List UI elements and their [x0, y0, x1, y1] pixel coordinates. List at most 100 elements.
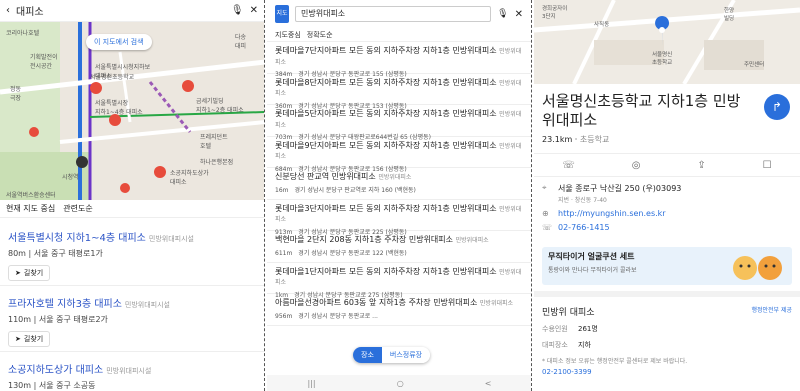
- result-title[interactable]: 소공지하도상가 대피소: [8, 365, 103, 376]
- list-item[interactable]: 서울특별시청 지하1~4층 대피소 민방위대피시설 80m | 서울 중구 태평로…: [0, 220, 264, 286]
- capacity-label: 수용인원: [542, 325, 568, 333]
- street-view-icon[interactable]: ◎: [632, 160, 641, 171]
- map-label: 시청역: [62, 174, 79, 181]
- globe-icon: ⊕: [542, 209, 549, 218]
- phone-icon: ☏: [542, 223, 553, 232]
- map-label: 다송 대피: [235, 34, 247, 50]
- result-title: 백현마을 2단지 208동 지하1층 주차장 민방위대피소: [275, 235, 454, 244]
- result-address: 서울 중구 소공동: [38, 381, 96, 390]
- sort-dropdown[interactable]: 관련도순: [63, 203, 92, 214]
- shelter-info: 민방위 대피소 행정안전부 제공 수용인원 261명 대피장소 지하 * 대피소 정보…: [534, 291, 800, 384]
- location-pin-icon: ⌖: [542, 183, 547, 192]
- list-item[interactable]: 롯데마을7단지아파트 모든 동의 지하주차장 지하1층 민방위대피소 민방위대피…: [267, 42, 531, 78]
- screenshot-kakao-search: ‹ 대피소 🎙 ✕ 이 지도에서 검색 코리아나호텔 기획발전이 전시공간 서울…: [0, 0, 265, 391]
- result-address: 서울 중구 태평로2가: [38, 315, 108, 324]
- result-category: 민방위대피소: [378, 174, 412, 181]
- result-category: 민방위대피소: [479, 300, 514, 307]
- filter-bar: 지도중심 정확도순: [267, 28, 531, 42]
- result-distance: 130m: [8, 381, 32, 390]
- map-label: 정동 극장: [10, 86, 22, 102]
- search-input[interactable]: 민방위대피소: [295, 6, 492, 22]
- result-list: 서울특별시청 지하1~4층 대피소 민방위대피시설 80m | 서울 중구 태평로…: [0, 220, 264, 391]
- map-label: 주민센터: [744, 62, 765, 68]
- result-title: 롯데마을5단지아파트 모든 동의 지하주차장 지하1층 민방위대피소: [275, 109, 497, 118]
- bookmark-icon[interactable]: ☐: [763, 160, 772, 171]
- list-item[interactable]: 프라자호텔 지하3층 대피소 민방위대피시설 110m | 서울 중구 태평로2가…: [0, 286, 264, 352]
- result-distance: 80m: [8, 249, 26, 258]
- phone-icon[interactable]: ☏: [562, 160, 575, 171]
- website-link[interactable]: http://myungshin.sen.es.kr: [558, 209, 666, 218]
- map-label: 한양 빌딩: [724, 8, 735, 22]
- map-label: 코리아나호텔: [6, 30, 40, 37]
- map-label: 서울특별시장 지하1~4층 대피소: [95, 100, 143, 116]
- place-info: ⌖ 서울 종로구 낙산길 250 (우)03093 지번 · 창신동 7-40 ⊕ h…: [534, 177, 800, 243]
- result-address: 경기 성남시 분당구 동판교로 ...: [298, 312, 378, 320]
- capacity-value: 261명: [578, 325, 598, 333]
- result-title[interactable]: 프라자호텔 지하3층 대피소: [8, 299, 122, 310]
- result-title: 아름마을선경아파트 603동 앞 지하1층 주차장 민방위대피소: [275, 298, 478, 307]
- result-title: 신분당선 판교역 민방위대피소: [275, 172, 376, 181]
- microphone-icon[interactable]: 🎙: [231, 5, 244, 16]
- screenshot-naver-search: 지도 민방위대피소 🎙 ✕ 지도중심 정확도순 롯데마을7단지아파트 모든 동의…: [267, 0, 532, 391]
- place-distance: 23.1km: [542, 135, 573, 144]
- result-type-tabs: 장소 버스정류장: [353, 347, 431, 363]
- location-value: 지하: [578, 341, 591, 349]
- search-input[interactable]: 대피소: [16, 3, 225, 18]
- list-item[interactable]: 롯데마을8단지아파트 모든 동의 지하주차장 지하1층 민방위대피소 민방위대피…: [267, 74, 531, 110]
- result-title[interactable]: 서울특별시청 지하1~4층 대피소: [8, 233, 146, 244]
- result-category: 민방위대피시설: [148, 235, 194, 243]
- search-bar: 지도 민방위대피소 🎙 ✕: [267, 0, 531, 28]
- sort-dropdown[interactable]: 정확도순: [307, 30, 333, 40]
- result-address: 경기 성남시 분당구 판교역로 지하 160 (백현동): [294, 186, 416, 194]
- ad-banner[interactable]: 무직타이거 얼굴쿠션 세트 통랑이와 만나다 무직타이거 콜라보: [542, 247, 792, 285]
- screenshot-place-detail: 경희궁자이 3단지 한양 빌딩 서울명신 초등학교 사직동 주민센터 서울명신초…: [534, 0, 800, 391]
- list-item[interactable]: 롯데마을5단지아파트 모든 동의 지하주차장 지하1층 민방위대피소 민방위대피…: [267, 105, 531, 141]
- phone-link[interactable]: 02-766-1415: [558, 223, 610, 232]
- list-item[interactable]: 소공지하도상가 대피소 민방위대피시설 130m | 서울 중구 소공동: [0, 352, 264, 391]
- close-icon[interactable]: ✕: [515, 9, 523, 20]
- map[interactable]: 이 지도에서 검색 코리아나호텔 기획발전이 전시공간 서울명신초등학교 서울특…: [0, 22, 264, 200]
- location-label: 대피장소: [542, 341, 568, 349]
- action-bar: ☏ ◎ ⇪ ☐: [534, 153, 800, 177]
- place-title: 서울명신초등학교 지하1층 민방위대피소: [542, 92, 741, 129]
- result-title: 롯데마을3단지아파트 모든 동의 지하주차장 지하1층 민방위대피소: [275, 203, 497, 213]
- map[interactable]: 경희궁자이 3단지 한양 빌딩 서울명신 초등학교 사직동 주민센터: [534, 0, 800, 84]
- back-arrow-icon[interactable]: ‹: [6, 5, 10, 16]
- back-icon[interactable]: <: [485, 379, 492, 388]
- search-this-area-button[interactable]: 이 지도에서 검색: [86, 34, 152, 50]
- directions-button[interactable]: ↱: [764, 94, 790, 120]
- place-header: 서울명신초등학교 지하1층 민방위대피소 23.1km · 초등학교 ↱: [534, 84, 800, 149]
- tab-bus-stops[interactable]: 버스정류장: [381, 347, 431, 363]
- map-label: 서울역버스환승센터: [6, 192, 56, 199]
- map-label: 하나은행본점: [200, 159, 234, 166]
- place-address[interactable]: 서울 종로구 낙산길 250 (우)03093: [558, 183, 681, 194]
- callcenter-phone-link[interactable]: 02-2100-3399: [542, 368, 792, 376]
- directions-button[interactable]: ➤ 길찾기: [8, 265, 51, 281]
- close-icon[interactable]: ✕: [250, 5, 258, 16]
- center-dropdown[interactable]: 지도중심: [275, 30, 301, 40]
- map-logo-icon[interactable]: 지도: [275, 5, 289, 23]
- result-title: 롯데마을1단지아파트 모든 동의 지하주차장 지하1층 민방위대피소: [275, 266, 497, 276]
- directions-label: 길찾기: [23, 269, 44, 277]
- result-distance: 611m: [275, 249, 293, 257]
- list-item[interactable]: 롯데마을1단지아파트 모든 동의 지하주차장 지하1층 민방위대피소 민방위대피…: [267, 263, 531, 299]
- shelter-source[interactable]: 행정안전부 제공: [751, 305, 792, 318]
- list-item[interactable]: 백현마을 2단지 208동 지하1층 주차장 민방위대피소 민방위대피소 611m…: [267, 231, 531, 263]
- list-item[interactable]: 롯데마을9단지아파트 모든 동의 지하주차장 지하1층 민방위대피소 민방위대피…: [267, 137, 531, 173]
- share-icon[interactable]: ⇪: [697, 160, 705, 171]
- map-label: 소공지하도상가 대피소: [170, 170, 209, 186]
- recent-apps-icon[interactable]: |||: [308, 379, 316, 388]
- list-item[interactable]: 신분당선 판교역 민방위대피소 민방위대피소 16m 경기 성남시 분당구 판교역로…: [267, 168, 531, 200]
- scope-dropdown[interactable]: 현재 지도 중심: [6, 203, 55, 214]
- list-item[interactable]: 롯데마을3단지아파트 모든 동의 지하주차장 지하1층 민방위대피소 민방위대피…: [267, 200, 531, 236]
- search-bar[interactable]: ‹ 대피소 🎙 ✕: [0, 0, 264, 22]
- list-item[interactable]: 아름마을선경아파트 603동 앞 지하1층 주차장 민방위대피소 민방위대피소 9…: [267, 294, 531, 326]
- result-address: 경기 성남시 분당구 동판교로 122 (백현동): [298, 249, 407, 257]
- home-icon[interactable]: ○: [397, 379, 404, 388]
- map-label: 서울명신 초등학교: [652, 52, 673, 66]
- place-lot-address: 지번 · 창신동 7-40: [558, 197, 607, 204]
- directions-button[interactable]: ➤ 길찾기: [8, 331, 51, 347]
- tab-places[interactable]: 장소: [353, 347, 382, 363]
- result-category: 민방위대피시설: [106, 367, 152, 375]
- microphone-icon[interactable]: 🎙: [497, 9, 508, 19]
